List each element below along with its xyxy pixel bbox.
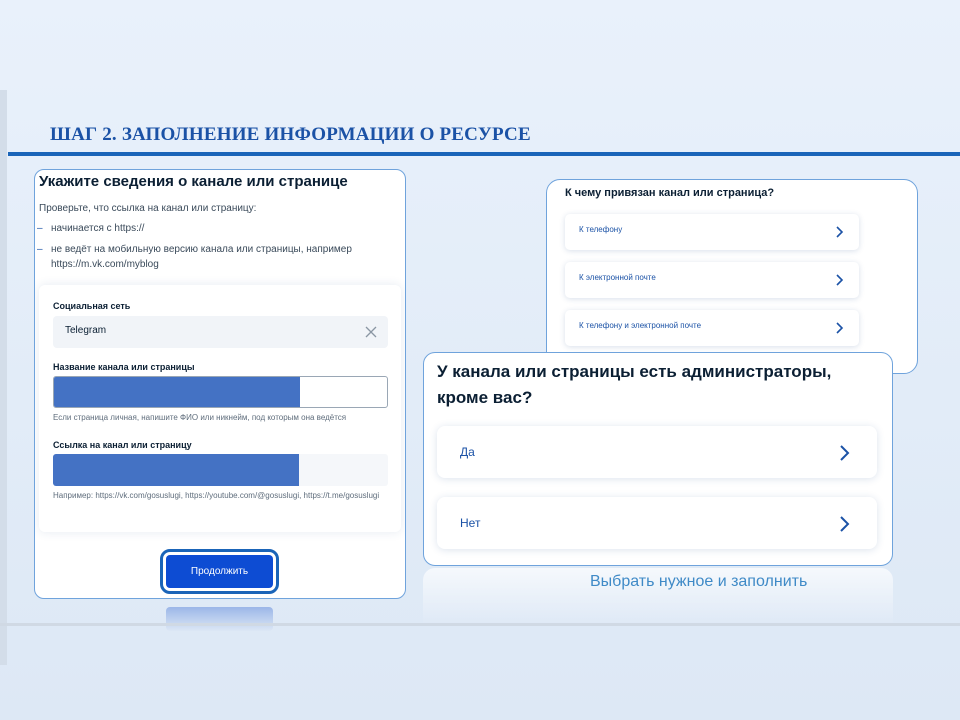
social-network-value: Telegram	[65, 325, 107, 336]
form-intro: Проверьте, что ссылка на канал или стран…	[39, 203, 257, 214]
channel-name-input[interactable]	[53, 376, 388, 408]
rule-item-text: не ведёт на мобильную версию канала или …	[51, 244, 352, 270]
step-heading: ШАГ 2. ЗАПОЛНЕНИЕ ИНФОРМАЦИИ О РЕСУРСЕ	[50, 124, 531, 145]
heading-divider	[8, 152, 960, 156]
bullet-dash: –	[37, 223, 43, 234]
chevron-right-icon	[840, 516, 850, 532]
binding-option-phone[interactable]: К телефону	[565, 214, 859, 250]
binding-option-email[interactable]: К электронной почте	[565, 262, 859, 298]
binding-option-label: К электронной почте	[579, 273, 656, 282]
instruction-caption: Выбрать нужное и заполнить	[590, 573, 808, 590]
admin-option-label: Да	[460, 445, 475, 459]
social-network-label: Социальная сеть	[53, 301, 131, 311]
binding-option-phone-email[interactable]: К телефону и электронной почте	[565, 310, 859, 346]
left-edge-bar	[0, 90, 7, 665]
bullet-dash: –	[37, 244, 43, 255]
rule-item-text: начинается с https://	[51, 223, 145, 234]
close-icon[interactable]	[364, 325, 378, 339]
admin-option-yes[interactable]: Да	[437, 426, 877, 478]
admin-option-label: Нет	[460, 516, 481, 530]
button-reflection	[166, 607, 273, 631]
admin-option-no[interactable]: Нет	[437, 497, 877, 549]
administrators-card: У канала или страницы есть администратор…	[423, 352, 893, 566]
administrators-question: У канала или страницы есть администратор…	[437, 362, 832, 407]
chevron-right-icon	[836, 274, 844, 286]
chevron-right-icon	[836, 226, 844, 238]
form-fields-panel: Социальная сеть Telegram Название канала…	[39, 285, 401, 532]
binding-option-label: К телефону	[579, 225, 623, 234]
channel-link-hint: Например: https://vk.com/gosuslugi, http…	[53, 491, 380, 500]
continue-button[interactable]: Продолжить	[160, 549, 279, 594]
chevron-right-icon	[836, 322, 844, 334]
binding-card: К чему привязан канал или страница? К те…	[546, 179, 918, 374]
binding-question: К чему привязан канал или страница?	[565, 187, 775, 199]
resource-form-card: Укажите сведения о канале или странице П…	[34, 169, 406, 599]
social-network-select[interactable]: Telegram	[53, 316, 388, 348]
redacted-value	[53, 454, 299, 486]
channel-link-input[interactable]	[53, 454, 388, 486]
channel-link-label: Ссылка на канал или страницу	[53, 440, 192, 450]
binding-option-label: К телефону и электронной почте	[579, 321, 702, 330]
channel-name-hint: Если страница личная, напишите ФИО или н…	[53, 413, 347, 422]
redacted-value	[54, 377, 300, 407]
form-title: Укажите сведения о канале или странице	[39, 173, 348, 190]
chevron-right-icon	[840, 445, 850, 461]
bottom-divider	[0, 623, 960, 626]
channel-name-label: Название канала или страницы	[53, 362, 195, 372]
